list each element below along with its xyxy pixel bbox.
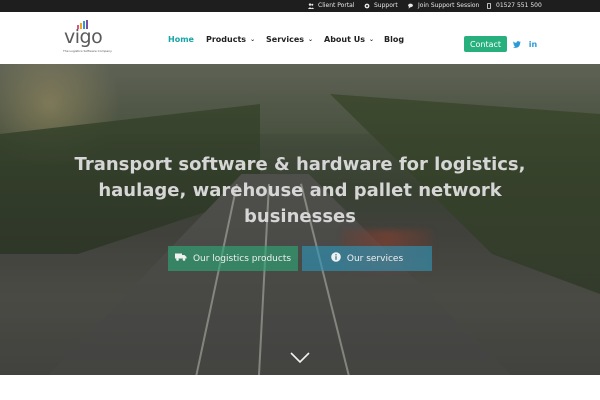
nav-blog[interactable]: Blog — [384, 32, 404, 46]
vigo-logo[interactable]: vigo The Logistics Software Company — [62, 20, 112, 56]
phone-number: 01527 551 500 — [496, 2, 542, 9]
phone-icon — [486, 2, 492, 10]
twitter-icon[interactable] — [512, 37, 522, 51]
hero-headline: Transport software & hardware for logist… — [74, 154, 526, 227]
logo-tagline: The Logistics Software Company — [63, 49, 112, 53]
linkedin-glyph: in — [528, 39, 538, 49]
phone-link[interactable]: 01527 551 500 — [486, 0, 542, 12]
chevron-down-icon[interactable] — [290, 349, 310, 364]
users-icon — [308, 3, 314, 9]
nav-services[interactable]: Services ⌄ — [266, 32, 313, 46]
nav-home-label: Home — [168, 34, 194, 44]
contact-button-label: Contact — [469, 39, 502, 49]
chevron-down-icon: ⌄ — [250, 35, 256, 43]
logo-wordmark: vigo — [64, 26, 103, 48]
support-label: Support — [374, 2, 398, 9]
info-icon — [331, 252, 341, 265]
nav-about-us[interactable]: About Us ⌄ — [324, 32, 374, 46]
join-support-session-link[interactable]: Join Support Session — [408, 0, 479, 12]
nav-products[interactable]: Products ⌄ — [206, 32, 255, 46]
truck-icon — [174, 253, 187, 264]
linkedin-icon[interactable]: in — [528, 37, 538, 51]
support-link[interactable]: Support — [364, 0, 398, 12]
nav-blog-label: Blog — [384, 34, 405, 44]
top-utility-bar: Client Portal Support Join Support Sessi… — [0, 0, 600, 12]
hero-banner: Transport software & hardware for logist… — [0, 64, 600, 375]
nav-home[interactable]: Home — [168, 32, 194, 46]
nav-about-us-label: About Us — [324, 34, 365, 44]
our-services-button[interactable]: Our services — [302, 246, 432, 271]
site-header: vigo The Logistics Software Company Home… — [0, 12, 600, 64]
our-logistics-products-label: Our logistics products — [192, 253, 292, 264]
our-logistics-products-button[interactable]: Our logistics products — [168, 246, 298, 271]
join-support-session-label: Join Support Session — [418, 2, 480, 9]
chat-icon — [408, 3, 414, 9]
nav-services-label: Services — [266, 34, 305, 44]
client-portal-link[interactable]: Client Portal — [308, 0, 355, 12]
our-services-label: Our services — [346, 253, 404, 264]
contact-button[interactable]: Contact — [464, 36, 507, 52]
gear-icon — [364, 3, 370, 9]
client-portal-label: Client Portal — [318, 2, 355, 9]
nav-products-label: Products — [206, 34, 247, 44]
chevron-down-icon: ⌄ — [368, 35, 375, 43]
chevron-down-icon: ⌄ — [308, 35, 314, 43]
